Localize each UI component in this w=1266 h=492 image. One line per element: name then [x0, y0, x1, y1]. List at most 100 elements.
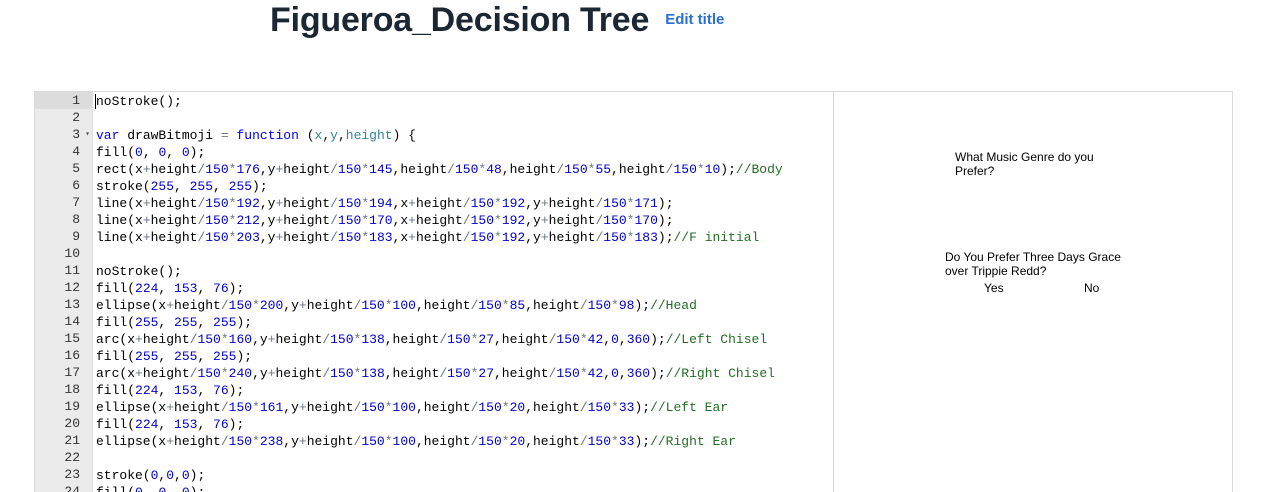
- question-genre: What Music Genre do you Prefer?: [955, 150, 1094, 178]
- fold-toggle-icon[interactable]: ▾: [85, 126, 90, 143]
- code-token: 153: [174, 383, 198, 398]
- code-token: 255: [174, 315, 198, 330]
- code-token: 145: [369, 162, 393, 177]
- code-token: ,: [166, 145, 182, 160]
- code-token: 0: [611, 332, 619, 347]
- code-token: rect(x: [96, 162, 143, 177]
- code-token: ,y: [283, 298, 299, 313]
- code-token: /: [579, 434, 588, 449]
- code-line: line(x+height/150*192,y+height/150*194,x…: [96, 195, 833, 212]
- code-token: );: [634, 434, 651, 449]
- code-token: ,y: [525, 213, 541, 228]
- code-token: line(x: [96, 196, 143, 211]
- code-token: 150: [478, 298, 502, 313]
- code-token: 150: [361, 400, 385, 415]
- code-token: ,: [143, 485, 159, 492]
- page-title: Figueroa_Decision Tree: [270, 1, 650, 39]
- code-token: ,: [603, 366, 612, 381]
- line-number: 7: [72, 195, 80, 210]
- code-token: line(x: [96, 230, 143, 245]
- answer-no[interactable]: No: [1084, 281, 1099, 295]
- code-token: 224: [135, 281, 159, 296]
- code-token: ,: [618, 332, 627, 347]
- code-token: *: [361, 162, 370, 177]
- code-editor[interactable]: 1 2 3 ▾ 4 5 6 7 8 9 10 11 12 13 14 15 16 17 18 19 20 21 22 23 24…: [35, 92, 833, 492]
- code-token: height: [142, 332, 190, 347]
- code-token: line(x: [96, 213, 143, 228]
- code-token: 255: [189, 179, 214, 194]
- code-token: noStroke();: [96, 264, 182, 279]
- line-number: 3 ▾: [72, 126, 90, 143]
- code-token: ,height: [384, 366, 440, 381]
- code-token: 150: [556, 366, 580, 381]
- code-token: 160: [228, 332, 253, 347]
- code-token: //Right Ear: [650, 434, 736, 449]
- code-token: 0: [181, 145, 190, 160]
- code-token: );: [228, 417, 245, 432]
- code-token: *: [220, 366, 229, 381]
- workspace: 1 2 3 ▾ 4 5 6 7 8 9 10 11 12 13 14 15 16 17 18 19 20 21 22 23 24…: [34, 91, 1233, 492]
- code-token: fill(: [96, 315, 136, 330]
- code-token: ,: [197, 315, 214, 330]
- code-token: 238: [259, 434, 284, 449]
- code-token: 255: [213, 349, 237, 364]
- code-token: ,height: [415, 298, 471, 313]
- code-token: height: [548, 213, 596, 228]
- line-number: 11: [64, 263, 80, 278]
- code-token: height: [174, 400, 221, 415]
- code-token: fill(: [96, 383, 136, 398]
- code-line: fill(0, 0, 0);: [96, 484, 833, 492]
- code-token: 100: [392, 434, 416, 449]
- code-token: ,: [213, 179, 229, 194]
- code-token: 183: [369, 230, 393, 245]
- code-token: 150: [228, 298, 253, 313]
- code-token: *: [494, 213, 502, 228]
- code-token: +: [166, 434, 175, 449]
- code-token: /: [579, 298, 588, 313]
- code-line: arc(x+height/150*160,y+height/150*138,he…: [96, 331, 833, 348]
- code-token: 0: [181, 468, 190, 483]
- code-token: 183: [634, 230, 658, 245]
- code-token: y: [330, 128, 338, 143]
- code-token: ,height: [494, 366, 549, 381]
- code-token: );: [650, 366, 666, 381]
- code-token: 240: [228, 366, 253, 381]
- code-token: ,: [158, 417, 175, 432]
- code-token: /: [439, 366, 448, 381]
- code-token: 150: [470, 196, 494, 211]
- code-token: ,height: [494, 332, 549, 347]
- answer-yes[interactable]: Yes: [984, 281, 1004, 295]
- edit-title-link[interactable]: Edit title: [665, 2, 724, 38]
- code-token: 150: [337, 213, 362, 228]
- code-token: +: [135, 332, 143, 347]
- code-token: height: [150, 196, 198, 211]
- code-token: 360: [626, 332, 651, 347]
- line-number: 8: [72, 212, 80, 227]
- code-token: ellipse(x: [96, 400, 167, 415]
- output-canvas[interactable]: What Music Genre do you Prefer? Do You P…: [833, 92, 1232, 492]
- code-token: height: [415, 213, 463, 228]
- code-token: height: [306, 434, 354, 449]
- code-token: noStroke();: [96, 94, 182, 109]
- code-token: ,height: [525, 434, 580, 449]
- code-token: 48: [486, 162, 502, 177]
- code-line: fill(255, 255, 255);: [96, 348, 833, 365]
- code-text-area[interactable]: noStroke(); var drawBitmoji = function (…: [95, 93, 833, 492]
- code-token: *: [579, 332, 588, 347]
- code-token: );: [657, 230, 674, 245]
- code-token: 150: [556, 332, 580, 347]
- code-token: 138: [361, 332, 385, 347]
- code-token: 76: [213, 281, 229, 296]
- code-token: 0: [135, 485, 143, 492]
- code-token: 150: [337, 162, 362, 177]
- code-token: height: [275, 332, 323, 347]
- code-token: 150: [228, 400, 253, 415]
- code-token: ,y: [525, 196, 541, 211]
- code-token: 150: [197, 332, 221, 347]
- code-token: ,: [158, 281, 175, 296]
- code-token: 192: [501, 213, 526, 228]
- code-token: );: [657, 213, 674, 228]
- question-band: Do You Prefer Three Days Grace over Trip…: [945, 250, 1121, 278]
- code-token: 255: [174, 349, 198, 364]
